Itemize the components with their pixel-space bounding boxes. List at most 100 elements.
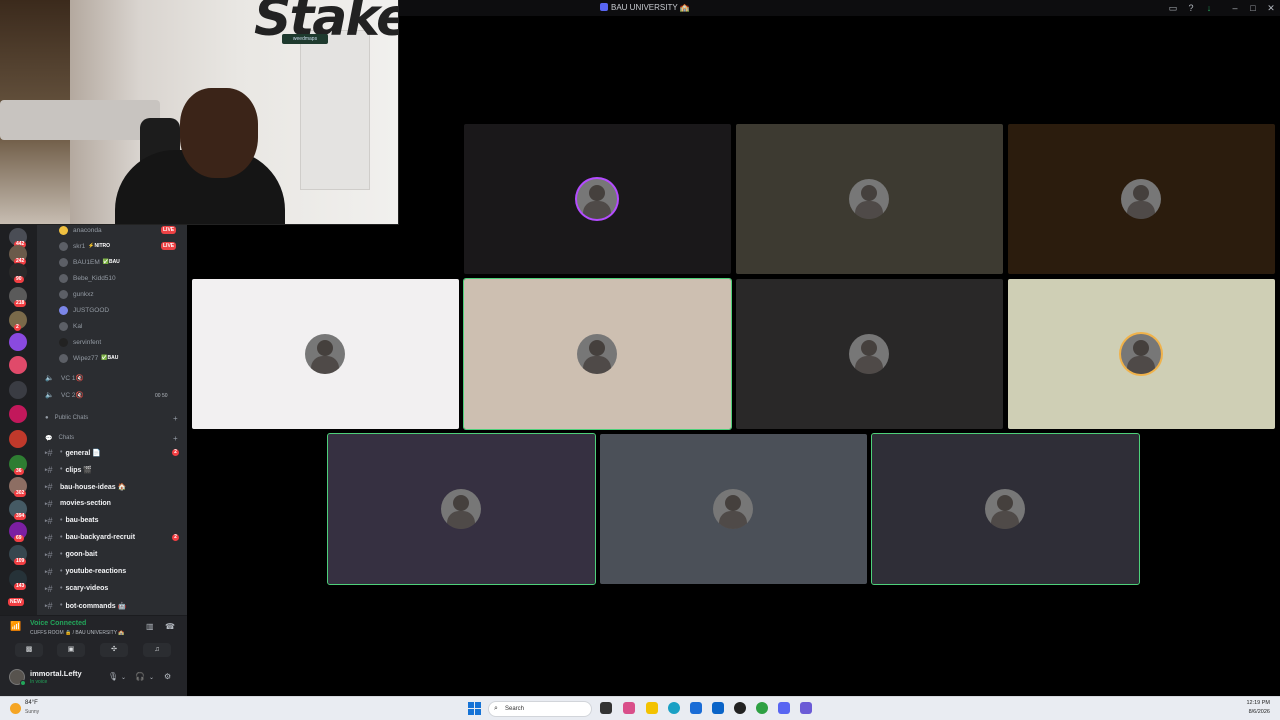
video-tile[interactable] [1008, 279, 1275, 429]
category-public-chats[interactable]: ● Public Chats + [45, 412, 178, 424]
disconnect-icon[interactable]: ☎ [165, 622, 175, 631]
video-tile[interactable] [327, 433, 596, 585]
wall-sign: weedmaps [282, 34, 328, 44]
avatar [59, 321, 68, 331]
settings-gear-icon[interactable]: ⚙ [164, 672, 171, 681]
mail-icon[interactable] [712, 702, 724, 714]
live-badge: LIVE [161, 242, 177, 250]
voice-channel[interactable]: 🔈 VC 1🔇 [45, 371, 84, 385]
voice-channel-path[interactable]: CUFFS ROOM 🔒 / BAU UNIVERSITY 🏫 [30, 630, 125, 636]
taskbar-search[interactable]: ⌕ Search [488, 701, 592, 717]
weather-sun-icon[interactable] [10, 703, 21, 714]
voice-user-name: JUSTGOOD [73, 306, 110, 314]
task-view-icon[interactable] [600, 702, 612, 714]
live-badge: LIVE [161, 226, 177, 234]
voice-channel[interactable]: 🔈 VC 2🔇 [45, 388, 84, 402]
server-mention-badge: 2 [14, 324, 21, 331]
text-channel[interactable]: ▸ # movies-section [45, 496, 185, 511]
help-icon[interactable]: ? [1184, 2, 1198, 14]
server-icon[interactable] [9, 430, 27, 448]
server-mention-badge: 69 [14, 535, 24, 542]
add-channel-icon[interactable]: + [173, 434, 178, 443]
caret-icon: ▸ [45, 551, 48, 558]
category-chats[interactable]: 💬 Chats + [45, 432, 178, 444]
server-mention-badge: 394 [14, 513, 27, 520]
maximize-button[interactable]: □ [1246, 2, 1260, 14]
text-channel[interactable]: ▸ # • clips 🎬 [45, 462, 185, 477]
video-tile[interactable] [463, 278, 732, 430]
text-channel[interactable]: ▸ # • goon-bait [45, 547, 185, 562]
add-channel-icon[interactable]: + [173, 414, 178, 423]
voice-user[interactable]: Kal [59, 319, 82, 333]
server-icon[interactable] [9, 381, 27, 399]
participant-avatar [1121, 334, 1161, 374]
close-button[interactable]: ✕ [1264, 2, 1278, 14]
voice-user[interactable]: Bebe_Kidd510 [59, 271, 116, 285]
video-tile[interactable] [192, 279, 459, 429]
voice-user[interactable]: gunkxz [59, 287, 94, 301]
windows-start-icon[interactable] [468, 702, 481, 715]
calculator-icon[interactable] [800, 702, 812, 714]
chevron-down-icon[interactable]: ⌄ [121, 674, 126, 681]
channel-dot: • [60, 568, 63, 575]
text-channel[interactable]: ▸ # • general 📄 [45, 445, 185, 460]
video-tile[interactable] [1008, 124, 1275, 274]
user-tag: ✅BAU [101, 355, 119, 361]
headphones-icon[interactable]: 🎧 [135, 672, 145, 681]
voice-user-name: Bebe_Kidd510 [73, 274, 116, 282]
file-explorer-icon[interactable] [646, 702, 658, 714]
camera-off-button[interactable]: ▩ [15, 643, 43, 657]
activities-button[interactable]: ✣ [100, 643, 128, 657]
chevron-down-icon[interactable]: ⌄ [149, 674, 154, 681]
discord-icon [600, 3, 608, 11]
voice-user[interactable]: Wipez77 ✅BAU [59, 351, 118, 365]
clock-time[interactable]: 12:19 PM [1240, 700, 1270, 706]
video-tile[interactable] [464, 124, 731, 274]
clock-date[interactable]: 8/6/2026 [1240, 709, 1270, 715]
video-tile[interactable] [736, 124, 1003, 274]
voice-user[interactable]: BAU1EM ✅BAU [59, 255, 120, 269]
server-icon[interactable] [9, 405, 27, 423]
streamer-head [180, 88, 258, 178]
server-icon[interactable] [9, 333, 27, 351]
screen-share-button[interactable]: ▣ [57, 643, 85, 657]
caret-icon: ▸ [45, 517, 48, 524]
voice-user[interactable]: skr1 ⚡NITRO [59, 239, 110, 253]
noise-suppression-icon[interactable]: ▥ [146, 622, 154, 631]
text-channel[interactable]: ▸ # • bot-commands 🤖 [45, 598, 185, 613]
video-tile[interactable] [600, 434, 867, 584]
voice-status[interactable]: Voice Connected [30, 620, 86, 627]
inbox-icon[interactable]: ▭ [1166, 2, 1180, 14]
download-icon[interactable]: ↓ [1202, 2, 1216, 14]
channel-name: movies-section [60, 500, 111, 507]
voice-user-name: skr1 [73, 242, 86, 250]
search-icon: ⌕ [494, 705, 498, 712]
obs-icon[interactable] [734, 702, 746, 714]
voice-user[interactable]: JUSTGOOD [59, 303, 109, 317]
soundboard-button[interactable]: ♫ [143, 643, 171, 657]
online-status-icon [20, 680, 26, 686]
avatar [59, 305, 68, 315]
weather-temp[interactable]: 84°F [25, 700, 38, 706]
server-icon[interactable] [9, 356, 27, 374]
edge-icon[interactable] [668, 702, 680, 714]
minimize-button[interactable]: – [1228, 2, 1242, 14]
voice-user[interactable]: anaconda [59, 225, 102, 237]
video-tile[interactable] [736, 279, 1003, 429]
channel-dot: • [60, 517, 63, 524]
copilot-icon[interactable] [623, 702, 635, 714]
username[interactable]: immortal.Lefty [30, 669, 82, 678]
weather-condition[interactable]: Sunny [25, 709, 39, 715]
chrome-icon[interactable] [756, 702, 768, 714]
text-channel[interactable]: ▸ # bau-house-ideas 🏠 [45, 479, 185, 494]
text-channel[interactable]: ▸ # • bau-backyard-recruit [45, 530, 185, 545]
text-channel[interactable]: ▸ # • scary-videos [45, 581, 185, 596]
store-icon[interactable] [690, 702, 702, 714]
text-channel[interactable]: ▸ # • bau-beats [45, 513, 185, 528]
video-tile[interactable] [871, 433, 1140, 585]
mic-icon[interactable]: 🎙 [108, 672, 118, 681]
text-channel[interactable]: ▸ # • youtube-reactions [45, 564, 185, 579]
voice-user[interactable]: servinfent [59, 335, 101, 349]
channel-dot: • [60, 449, 63, 456]
discord-taskbar-icon[interactable] [778, 702, 790, 714]
